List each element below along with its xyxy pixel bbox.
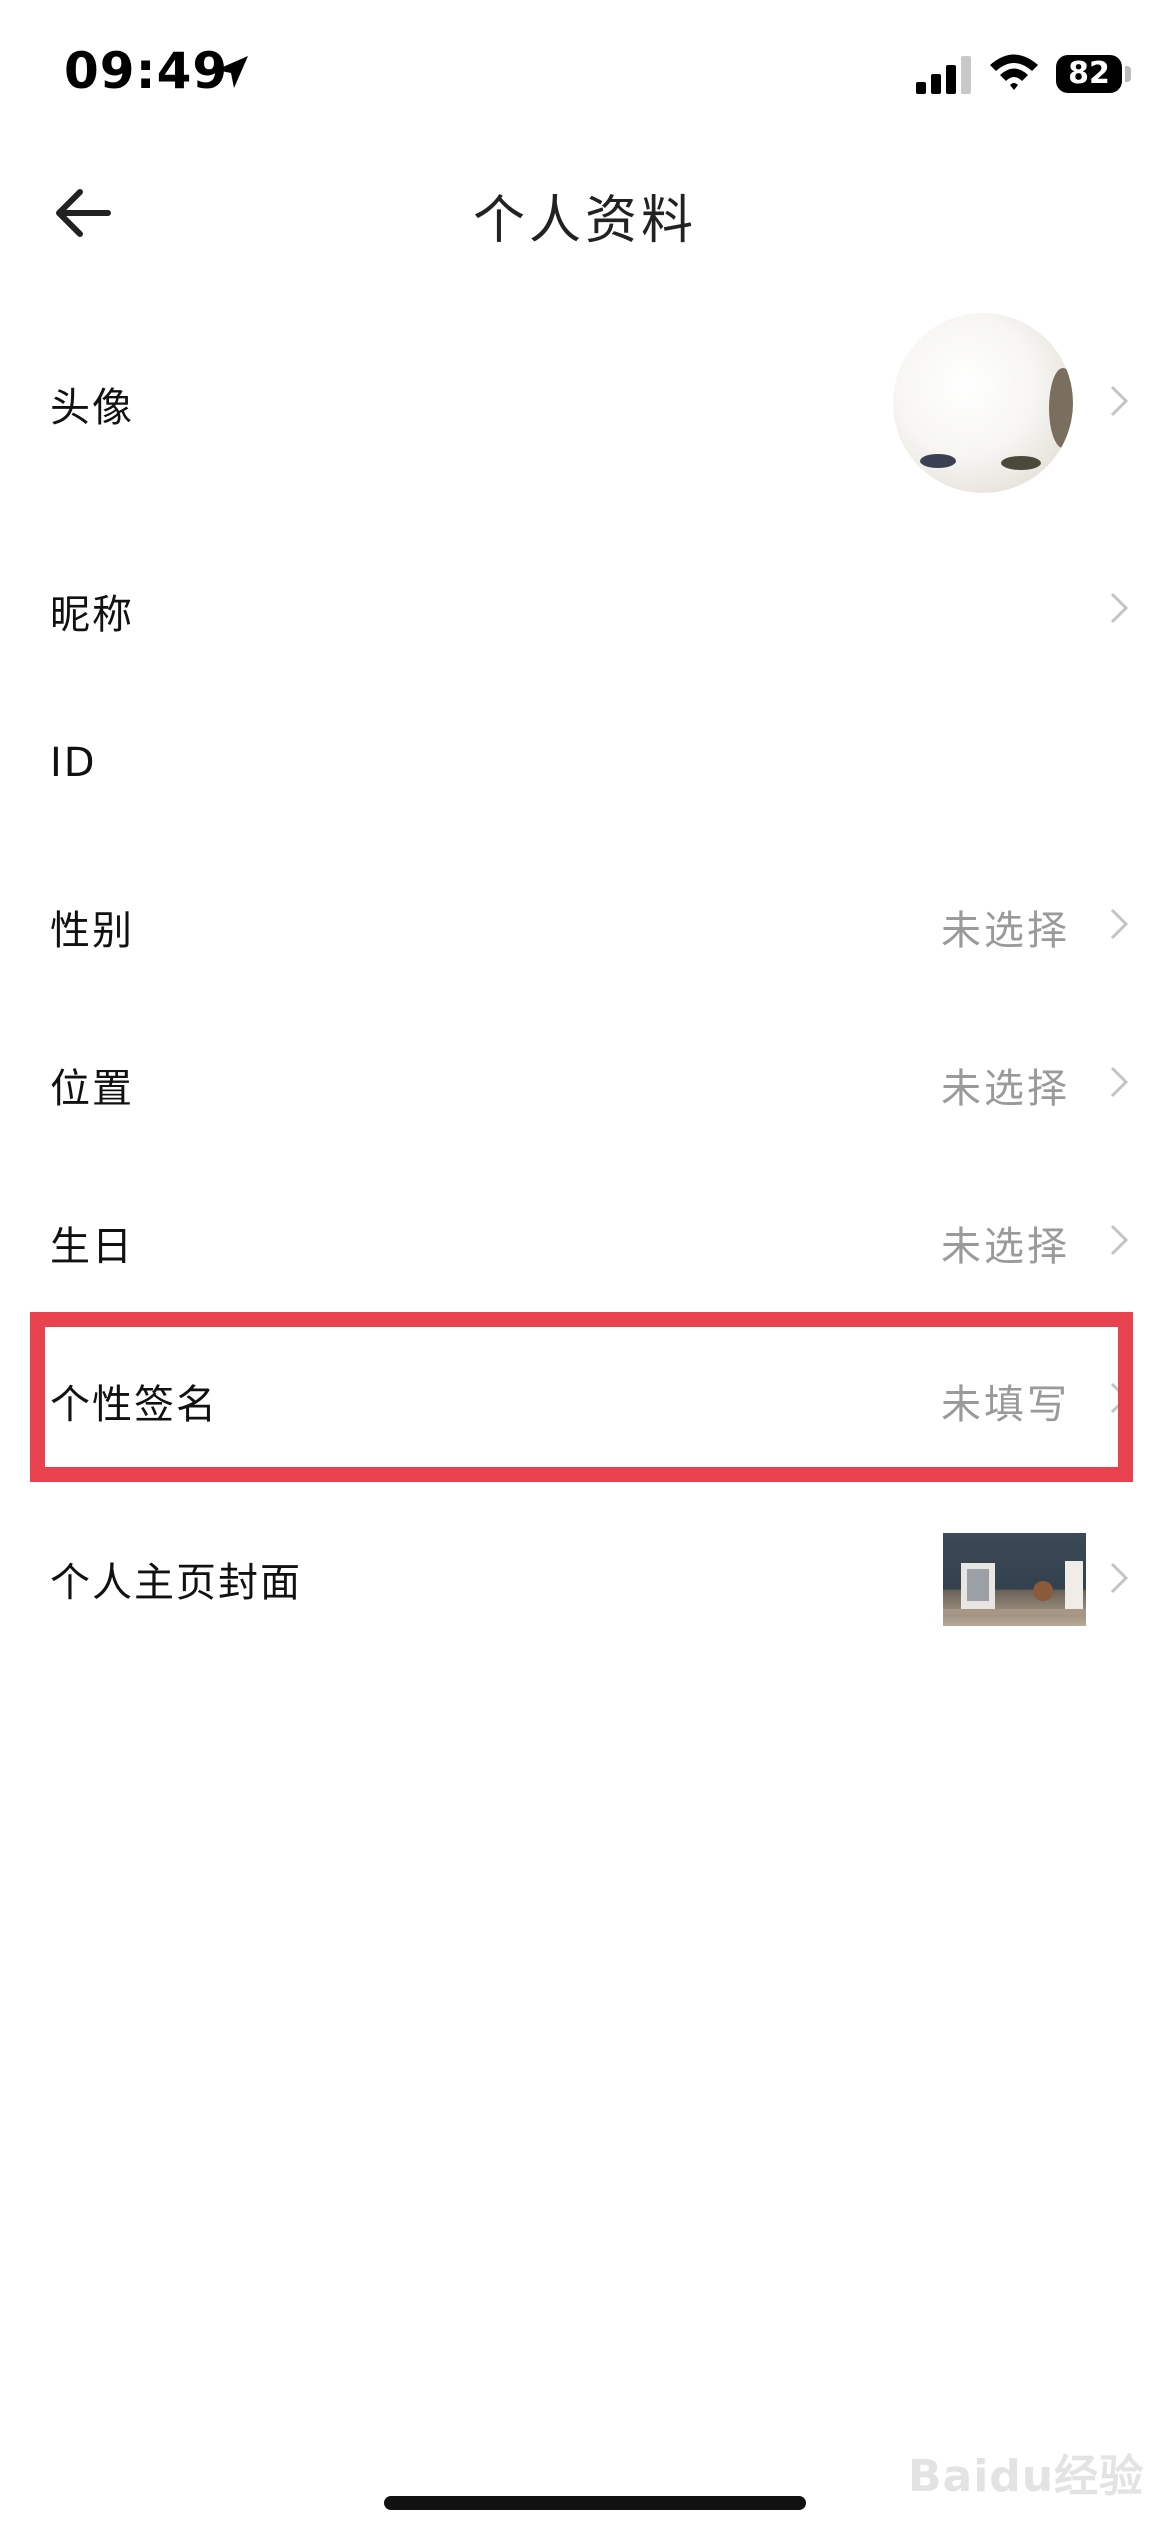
nickname-label: 昵称	[50, 592, 134, 638]
highlight-box	[30, 1312, 1133, 1482]
battery-tip	[1125, 66, 1131, 82]
home-indicator[interactable]	[384, 2496, 806, 2510]
page-title: 个人资料	[472, 191, 697, 251]
status-bar: 09:49 82	[0, 0, 1170, 150]
watermark: Baidu经验	[908, 2451, 1145, 2502]
gender-value: 未选择	[941, 908, 1070, 954]
chevron-right-icon	[1110, 908, 1129, 940]
chevron-right-icon	[1110, 592, 1129, 624]
location-label: 位置	[50, 1066, 134, 1112]
location-arrow-icon	[216, 56, 248, 88]
location-value: 未选择	[941, 1066, 1070, 1112]
nickname-row[interactable]: 昵称	[0, 560, 1170, 660]
birthday-value: 未选择	[941, 1224, 1070, 1270]
battery-icon: 82	[1056, 55, 1122, 93]
chevron-right-icon	[1110, 1562, 1129, 1594]
id-row: ID	[0, 718, 1170, 818]
cover-thumbnail[interactable]	[943, 1533, 1086, 1626]
chevron-right-icon	[1110, 385, 1129, 417]
location-row[interactable]: 位置 未选择	[0, 1034, 1170, 1134]
gender-label: 性别	[50, 908, 134, 954]
birthday-row[interactable]: 生日 未选择	[0, 1192, 1170, 1292]
chevron-right-icon	[1110, 1066, 1129, 1098]
cellular-signal-icon	[916, 56, 971, 94]
cover-label: 个人主页封面	[50, 1560, 302, 1606]
chevron-right-icon	[1110, 1224, 1129, 1256]
avatar-label: 头像	[50, 385, 134, 431]
birthday-label: 生日	[50, 1224, 134, 1270]
gender-row[interactable]: 性别 未选择	[0, 876, 1170, 976]
avatar[interactable]	[893, 313, 1073, 493]
wifi-icon	[990, 54, 1038, 90]
status-time: 09:49	[64, 42, 229, 100]
id-label: ID	[50, 740, 97, 786]
